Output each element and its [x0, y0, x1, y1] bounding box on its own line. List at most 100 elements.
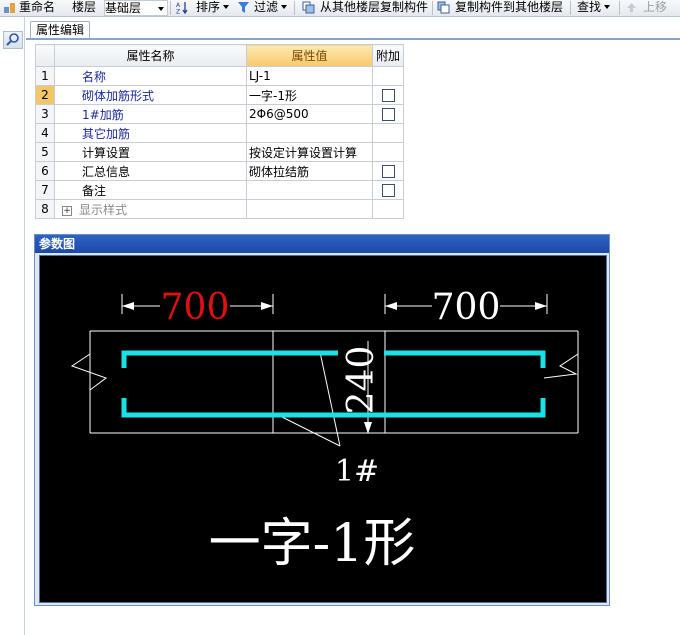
property-name: 备注	[54, 180, 247, 200]
extra-cell	[372, 85, 404, 105]
left-panel-strip	[0, 17, 25, 635]
floor-select[interactable]: 基础层	[104, 0, 168, 16]
svg-text:Z: Z	[176, 9, 180, 15]
rebar-number-label: 1#	[335, 454, 379, 489]
property-value[interactable]: 一字-1形	[246, 85, 373, 105]
chevron-down-icon	[281, 5, 288, 9]
property-name: 汇总信息	[54, 161, 247, 181]
dim-right-label: 700	[432, 287, 501, 328]
table-row[interactable]: 1 名称 LJ-1	[35, 66, 404, 86]
filter-label: 过滤	[254, 0, 279, 14]
extra-cell	[372, 104, 404, 124]
sort-az-icon: A Z	[176, 2, 188, 15]
toolbar-divider	[294, 1, 295, 15]
table-row[interactable]: 5 计算设置 按设定计算设置计算	[35, 142, 404, 162]
copy-from-floor-icon	[302, 1, 315, 14]
sort-label: 排序	[196, 0, 221, 14]
rebar-top-left	[121, 350, 338, 368]
column-header-value: 属性值	[246, 44, 373, 67]
chevron-down-icon	[223, 5, 230, 9]
row-number: 3	[35, 104, 55, 124]
row-number: 1	[35, 66, 55, 86]
move-up-icon	[627, 3, 636, 12]
chevron-down-icon	[158, 7, 164, 11]
property-value[interactable]	[246, 180, 373, 200]
arrow-head	[122, 302, 134, 310]
diagram-canvas: 700 700 240 1# 一字-1形	[39, 255, 607, 603]
row-number: 7	[35, 180, 55, 200]
arrow-head	[535, 302, 547, 310]
floor-label: 楼层	[72, 0, 97, 14]
move-up-button[interactable]: 上移	[643, 0, 667, 16]
property-value[interactable]: 2Φ6@500	[246, 104, 373, 124]
panel-title: 参数图	[35, 235, 609, 253]
table-row[interactable]: 8 + 显示样式	[35, 199, 404, 219]
row-number: 6	[35, 161, 55, 181]
rename-button[interactable]: 重命名	[19, 0, 55, 16]
property-name-group[interactable]: + 显示样式	[54, 199, 247, 219]
row-number: 5	[35, 142, 55, 162]
toolbar-divider	[570, 1, 571, 15]
property-value[interactable]: 砌体拉结筋	[246, 161, 373, 181]
property-name: 计算设置	[54, 142, 247, 162]
table-row[interactable]: 2 砌体加筋形式 一字-1形	[35, 85, 404, 105]
chevron-down-icon	[604, 5, 611, 9]
rebar-top-right	[384, 350, 546, 368]
shape-type-label: 一字-1形	[209, 514, 416, 574]
extra-checkbox[interactable]	[381, 184, 395, 197]
table-row[interactable]: 4 其它加筋	[35, 123, 404, 143]
property-value[interactable]	[246, 123, 373, 143]
column-header-name: 属性名称	[54, 44, 247, 67]
copy-to-floor-icon	[437, 1, 450, 14]
corner-cell	[35, 44, 55, 67]
filter-icon	[238, 2, 249, 13]
rebar-diagram: 700 700 240 1# 一字-1形	[70, 287, 579, 574]
arrow-head	[385, 302, 397, 310]
find-button[interactable]: 查找	[577, 0, 611, 16]
floor-select-value: 基础层	[105, 1, 142, 15]
sort-button[interactable]: 排序	[196, 0, 230, 16]
property-value[interactable]: 按设定计算设置计算	[246, 142, 373, 162]
property-value[interactable]	[246, 199, 373, 219]
property-name: 砌体加筋形式	[54, 85, 247, 105]
tab-underline	[26, 38, 680, 40]
leader-line	[279, 415, 341, 447]
table-row[interactable]: 3 1#加筋 2Φ6@500	[35, 104, 404, 124]
copy-to-floor-button[interactable]: 复制构件到其他楼层	[455, 0, 563, 16]
parameter-diagram-panel: 参数图 700 700 240 1# 一字-1形	[34, 234, 610, 606]
property-name: 显示样式	[79, 202, 128, 217]
expand-icon[interactable]: +	[62, 205, 72, 216]
extra-checkbox[interactable]	[381, 165, 395, 178]
extra-cell	[372, 66, 404, 86]
tab-property-edit[interactable]: 属性编辑	[30, 21, 90, 39]
extra-cell	[372, 123, 404, 143]
column-header-extra: 附加	[372, 44, 404, 67]
extra-cell	[372, 142, 404, 162]
property-name: 其它加筋	[54, 123, 247, 143]
property-grid: 属性名称 属性值 附加 1 名称 LJ-1 2 砌体加筋形式 一字-1形 3 1…	[35, 44, 404, 219]
search-icon	[6, 33, 19, 46]
arrow-head	[364, 422, 372, 434]
row-number: 8	[35, 199, 55, 219]
find-label: 查找	[577, 0, 602, 14]
table-row[interactable]: 7 备注	[35, 180, 404, 200]
row-number: 2	[35, 85, 55, 105]
leader-line	[319, 351, 341, 447]
extra-cell	[372, 180, 404, 200]
row-number: 4	[35, 123, 55, 143]
filter-button[interactable]: 过滤	[254, 0, 288, 16]
extra-checkbox[interactable]	[381, 89, 395, 102]
arrow-head	[261, 302, 273, 310]
break-left-symbol	[70, 353, 108, 391]
dim-thickness-label: 240	[341, 346, 382, 415]
search-button[interactable]	[3, 31, 23, 49]
rebar-bottom	[121, 398, 546, 418]
property-name: 1#加筋	[54, 104, 247, 124]
toolbar-divider	[432, 1, 433, 15]
toolbar-divider	[619, 1, 620, 15]
extra-checkbox[interactable]	[381, 108, 395, 121]
table-row[interactable]: 6 汇总信息 砌体拉结筋	[35, 161, 404, 181]
grid-header-row: 属性名称 属性值 附加	[35, 44, 404, 67]
property-value[interactable]: LJ-1	[246, 66, 373, 86]
copy-from-floor-button[interactable]: 从其他楼层复制构件	[320, 0, 428, 16]
